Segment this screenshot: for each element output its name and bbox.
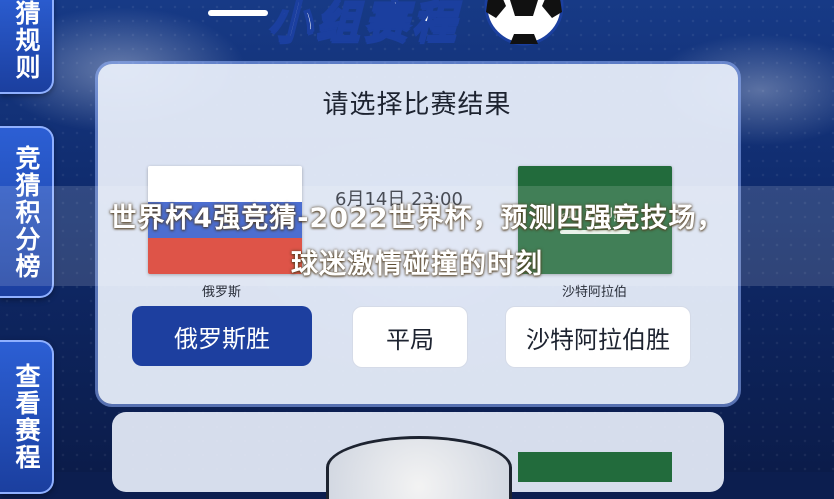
card-title: 请选择比赛结果 [322, 90, 512, 120]
soccer-ball-icon [484, 0, 564, 46]
draw-button[interactable]: 平局 [352, 306, 468, 368]
headline-line-2: 球迷激情碰撞的时刻 [291, 249, 543, 280]
soccer-ball-icon [326, 436, 512, 499]
headline-line-1: 世界杯4强竞猜-2022世界杯，预测四强竞技场， [109, 203, 725, 234]
home-win-button[interactable]: 俄罗斯胜 [132, 306, 312, 366]
tab-rules-label: 猜规则 [12, 0, 41, 81]
tab-rules[interactable]: 猜规则 [0, 0, 54, 94]
tab-schedule[interactable]: 查看赛程 [0, 340, 54, 494]
banner-title: 小组赛程 [267, 0, 460, 49]
away-win-button[interactable]: 沙特阿拉伯胜 [505, 306, 691, 368]
flag-icon [518, 452, 672, 482]
tab-schedule-label: 查看赛程 [12, 363, 41, 471]
banner-stripe [208, 10, 268, 16]
